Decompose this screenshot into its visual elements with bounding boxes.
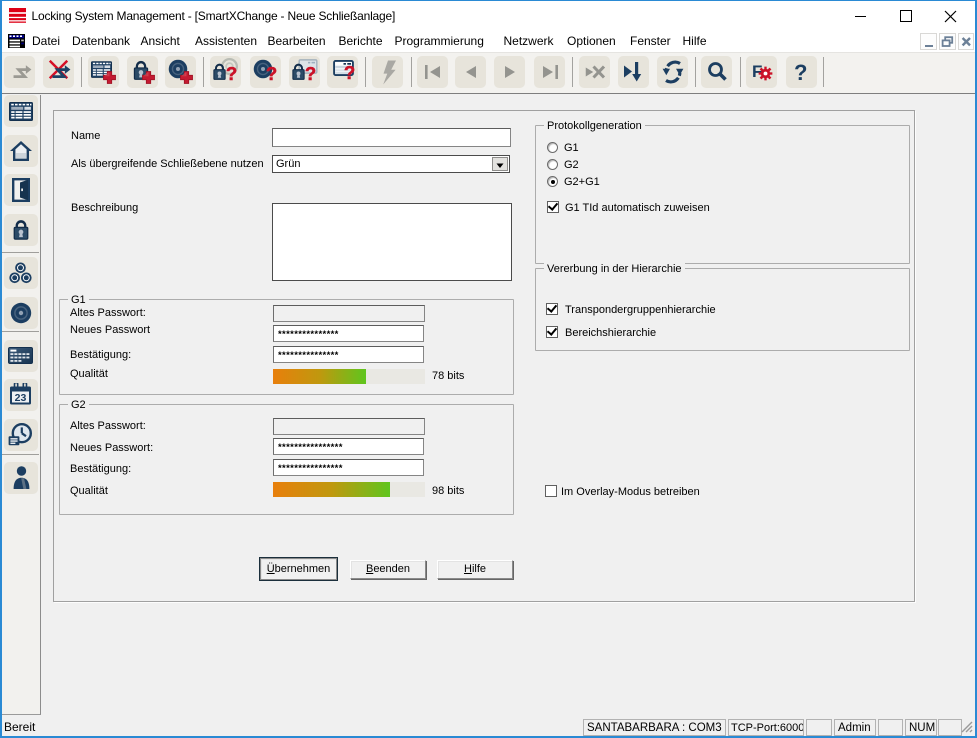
svg-text:?: ? <box>794 60 807 85</box>
